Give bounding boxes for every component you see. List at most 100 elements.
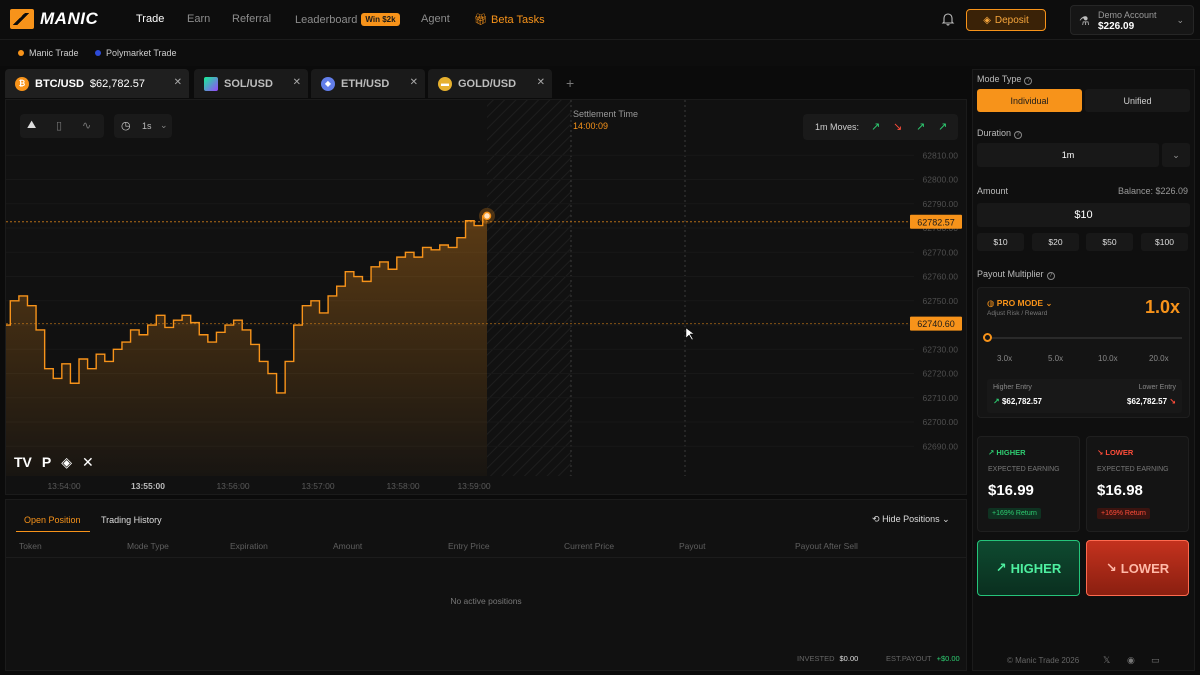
duration-text: Duration	[977, 128, 1012, 138]
move-up-icon: ↗	[916, 121, 926, 133]
help-icon[interactable]: ?	[1046, 272, 1055, 280]
nav-beta-tasks-label: Beta Tasks	[491, 14, 545, 26]
col-token: Token	[19, 541, 42, 551]
tab-btc-usd[interactable]: ₿ BTC/USD $62,782.57 ✕	[5, 69, 189, 98]
quick-amount-100[interactable]: $100	[1141, 233, 1188, 251]
nav-earn[interactable]: Earn	[187, 13, 210, 25]
col-mode-type: Mode Type	[127, 541, 169, 551]
live-point	[482, 211, 492, 221]
close-icon[interactable]: ✕	[410, 77, 418, 88]
price-chart[interactable]: 62810.0062800.0062790.0062780.0062770.00…	[6, 100, 966, 494]
duration-select[interactable]: 1m	[977, 143, 1159, 167]
polymarket-dot-icon	[95, 50, 101, 56]
interval-value: 1s	[142, 121, 152, 131]
payout-value: +$0.00	[936, 654, 960, 663]
higher-entry-label: Higher Entry	[993, 384, 1032, 391]
higher-card-title-text: HIGHER	[996, 448, 1026, 457]
recent-moves: 1m Moves: ↗ ↘ ↗ ↗	[803, 114, 958, 140]
manic-dot-icon	[18, 50, 24, 56]
multiplier-slider-handle[interactable]	[983, 333, 992, 342]
account-selector[interactable]: ⚗ Demo Account $226.09 ⌄	[1070, 5, 1194, 35]
interval-selector[interactable]: ◷ 1s ⌄	[114, 114, 172, 138]
settlement-label: Settlement Time	[573, 109, 639, 119]
y-tick-label: 62700.00	[923, 417, 959, 427]
candle-chart-icon[interactable]: ▯	[56, 119, 62, 132]
higher-button[interactable]: ↗ HIGHER	[977, 540, 1080, 596]
subtab-manic-trade[interactable]: Manic Trade	[18, 48, 79, 58]
logo[interactable]: MANIC	[10, 9, 98, 29]
moves-label: 1m Moves:	[815, 122, 860, 132]
leaderboard-badge: Win $2k	[361, 13, 400, 26]
nav-leaderboard[interactable]: Leaderboard Win $2k	[295, 13, 400, 26]
multiplier-tick[interactable]: 10.0x	[1098, 354, 1118, 363]
chevron-down-icon[interactable]: ⌄	[1162, 143, 1190, 167]
pro-mode-dropdown[interactable]: ◍ PRO MODE ⌄	[987, 298, 1053, 309]
x-tick-label: 13:56:00	[216, 481, 249, 491]
amount-input[interactable]: $10	[977, 203, 1190, 227]
subtab-polymarket-trade-label: Polymarket Trade	[106, 48, 177, 58]
higher-entry-value: $62,782.57	[1001, 397, 1042, 406]
arrow-up-right-icon: ↗	[995, 560, 1007, 575]
line-chart-icon[interactable]: ∿	[82, 119, 91, 132]
mode-individual-button[interactable]: Individual	[977, 89, 1082, 112]
chevron-down-icon: ⌄	[160, 120, 168, 130]
close-icon[interactable]: ✕	[537, 77, 545, 88]
area-chart-icon[interactable]: ⛰	[27, 119, 36, 132]
multiplier-slider-track[interactable]	[987, 337, 1182, 339]
close-icon[interactable]: ✕	[293, 77, 301, 88]
multiplier-tick[interactable]: 5.0x	[1048, 354, 1063, 363]
bell-icon[interactable]	[941, 12, 955, 26]
nav-leaderboard-label: Leaderboard	[295, 14, 358, 26]
chevron-down-icon: ⌄	[942, 514, 950, 524]
tab-trading-history[interactable]: Trading History	[101, 515, 162, 525]
tab-sol-usd[interactable]: SOL/USD ✕	[194, 69, 308, 98]
quick-amount-20[interactable]: $20	[1032, 233, 1079, 251]
multiplier-tick[interactable]: 20.0x	[1149, 354, 1169, 363]
top-nav: MANIC Trade Earn Referral Leaderboard Win…	[0, 0, 1200, 40]
subtab-polymarket-trade[interactable]: Polymarket Trade	[95, 48, 177, 58]
nav-beta-tasks[interactable]: 🎁︎ Beta Tasks	[474, 13, 545, 26]
lower-return-badge: +169% Return	[1097, 508, 1150, 519]
lower-entry-value: $62,782.57	[1127, 397, 1168, 406]
expected-earning-label: EXPECTED EARNING	[988, 466, 1060, 473]
payout-multiplier-box: ◍ PRO MODE ⌄ Adjust Risk / Reward 1.0x 3…	[977, 287, 1190, 418]
chat-icon[interactable]: ▭	[1151, 655, 1160, 666]
nav-agent[interactable]: Agent	[421, 13, 450, 25]
deposit-button[interactable]: ◈ Deposit	[966, 9, 1046, 31]
quick-amount-10[interactable]: $10	[977, 233, 1024, 251]
cursor-icon	[685, 327, 695, 341]
payout-stat: EST.PAYOUT +$0.00	[886, 654, 960, 663]
positions-header: Token Mode Type Expiration Amount Entry …	[6, 540, 966, 558]
pro-mode-subtitle: Adjust Risk / Reward	[987, 310, 1048, 317]
close-icon[interactable]: ✕	[174, 77, 182, 88]
higher-return-badge: +169% Return	[988, 508, 1041, 519]
add-tab-icon[interactable]: +	[566, 75, 574, 91]
multiplier-tick[interactable]: 3.0x	[997, 354, 1012, 363]
tab-gold-usd[interactable]: ▬ GOLD/USD ✕	[428, 69, 552, 98]
tab-eth-usd[interactable]: ◆ ETH/USD ✕	[311, 69, 425, 98]
discord-icon[interactable]: ◉	[1127, 655, 1135, 666]
quick-amount-50[interactable]: $50	[1086, 233, 1133, 251]
help-icon[interactable]: ?	[1024, 77, 1033, 85]
y-tick-label: 62800.00	[923, 175, 959, 185]
lower-button[interactable]: ↘ LOWER	[1086, 540, 1189, 596]
active-tab-underline	[16, 531, 90, 532]
col-current-price: Current Price	[564, 541, 615, 551]
x-social-icon[interactable]: 𝕏	[1103, 655, 1110, 666]
tab-open-position[interactable]: Open Position	[24, 515, 81, 525]
nav-referral[interactable]: Referral	[232, 13, 271, 25]
help-icon[interactable]: ?	[1014, 131, 1023, 139]
nav-trade[interactable]: Trade	[136, 13, 164, 25]
gift-icon: 🎁︎	[474, 14, 492, 26]
mode-unified-button[interactable]: Unified	[1085, 89, 1190, 112]
higher-button-label: HIGHER	[1010, 560, 1062, 576]
invested-stat: INVESTED $0.00	[797, 654, 858, 663]
lower-earning-card: ↘ LOWER EXPECTED EARNING $16.98 +169% Re…	[1086, 436, 1189, 532]
move-up-icon: ↗	[871, 121, 881, 133]
payout-multiplier-label: Payout Multiplier?	[977, 269, 1055, 280]
lower-entry-label: Lower Entry	[1138, 384, 1176, 391]
hide-positions-button[interactable]: ⟲ Hide Positions ⌄	[872, 514, 950, 525]
y-tick-label: 62750.00	[923, 296, 959, 306]
flask-icon: ⚗	[1079, 14, 1090, 28]
y-tick-label: 62770.00	[923, 247, 959, 257]
